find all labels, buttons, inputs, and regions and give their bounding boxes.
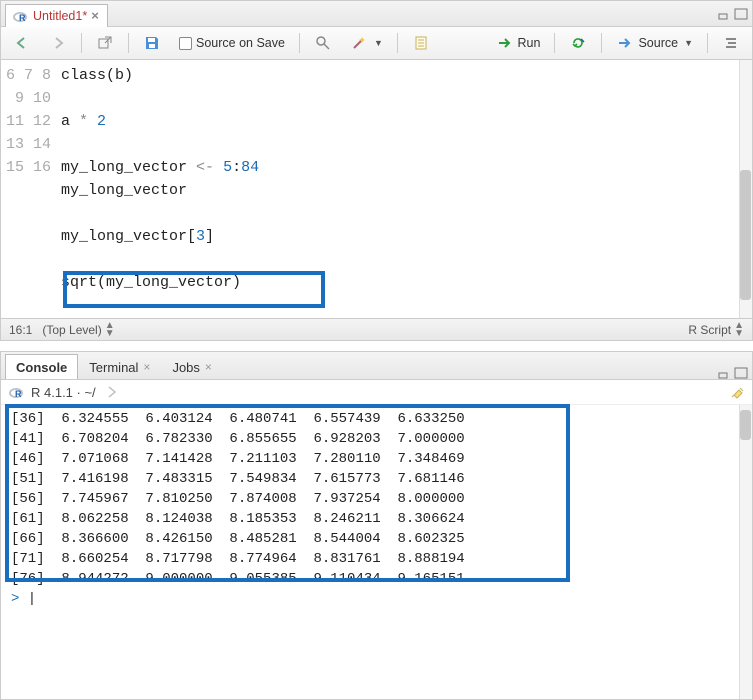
- notebook-icon: [412, 34, 430, 52]
- scope-stepper-icon: ▲▼: [105, 322, 115, 338]
- source-toolbar: Source on Save ▼ Run Source▼: [1, 27, 752, 60]
- svg-text:R: R: [19, 13, 26, 23]
- language-label: R Script: [688, 323, 731, 337]
- source-on-save-checkbox[interactable]: Source on Save: [173, 34, 291, 52]
- clear-console-icon[interactable]: [728, 383, 746, 401]
- scope-label: (Top Level): [42, 323, 101, 337]
- lang-stepper-icon: ▲▼: [734, 322, 744, 338]
- console-scrollbar[interactable]: [739, 405, 752, 699]
- source-label: Source: [638, 36, 678, 50]
- r-logo-icon: R: [7, 383, 25, 401]
- r-logo-icon: R: [11, 7, 29, 25]
- console-header: R R 4.1.1 · ~/: [1, 380, 752, 405]
- pane-min-max-icons[interactable]: [718, 8, 748, 20]
- outline-icon: [722, 34, 740, 52]
- source-status-bar: 16:1 (Top Level) ▲▼ R Script ▲▼: [1, 318, 752, 340]
- line-number-gutter: 6 7 8 9 10 11 12 13 14 15 16: [1, 60, 61, 318]
- console-pane: Console Terminal × Jobs × R R 4.1.1 · ~/…: [0, 351, 753, 700]
- popout-icon: [96, 34, 114, 52]
- run-button[interactable]: Run: [490, 32, 547, 54]
- source-tab-bar: R Untitled1* ×: [1, 1, 752, 27]
- cursor-position: 16:1: [9, 323, 32, 337]
- goto-wd-icon[interactable]: [102, 383, 120, 401]
- console-tab-bar: Console Terminal × Jobs ×: [1, 352, 752, 380]
- code-tools-button[interactable]: ▼: [344, 32, 389, 54]
- tab-terminal[interactable]: Terminal ×: [78, 354, 161, 379]
- outline-button[interactable]: [716, 32, 746, 54]
- code-area[interactable]: class(b) a * 2 my_long_vector <- 5:84 my…: [61, 60, 752, 318]
- source-button[interactable]: Source▼: [610, 32, 699, 54]
- tab-jobs-label: Jobs: [172, 360, 199, 375]
- back-button[interactable]: [7, 32, 37, 54]
- source-pane: R Untitled1* × Source on Save ▼ Run: [0, 0, 753, 341]
- source-tab-close-icon[interactable]: ×: [91, 8, 99, 23]
- save-button[interactable]: [137, 32, 167, 54]
- tab-console[interactable]: Console: [5, 354, 78, 379]
- arrow-left-icon: [13, 34, 31, 52]
- source-arrow-icon: [616, 34, 634, 52]
- tab-jobs-close-icon[interactable]: ×: [205, 360, 212, 374]
- source-on-save-label: Source on Save: [196, 36, 285, 50]
- tab-terminal-close-icon[interactable]: ×: [143, 360, 150, 374]
- run-arrow-icon: [496, 34, 514, 52]
- tab-jobs[interactable]: Jobs ×: [161, 354, 222, 379]
- source-tab-title: Untitled1*: [33, 9, 87, 23]
- scope-selector[interactable]: (Top Level) ▲▼: [42, 322, 114, 338]
- console-min-max-icons[interactable]: [718, 367, 748, 379]
- run-label: Run: [518, 36, 541, 50]
- rerun-button[interactable]: [563, 32, 593, 54]
- rerun-icon: [569, 34, 587, 52]
- code-editor[interactable]: 6 7 8 9 10 11 12 13 14 15 16 class(b) a …: [1, 60, 752, 318]
- find-button[interactable]: [308, 32, 338, 54]
- arrow-right-icon: [49, 34, 67, 52]
- forward-button[interactable]: [43, 32, 73, 54]
- compile-report-button[interactable]: [406, 32, 436, 54]
- wand-icon: [350, 34, 368, 52]
- source-tab-untitled1[interactable]: R Untitled1* ×: [5, 4, 108, 27]
- console-version-path: R 4.1.1 · ~/: [31, 385, 96, 400]
- svg-text:R: R: [15, 389, 22, 399]
- editor-scrollbar[interactable]: [739, 60, 752, 318]
- language-selector[interactable]: R Script ▲▼: [688, 322, 744, 338]
- console-output[interactable]: [36] 6.324555 6.403124 6.480741 6.557439…: [1, 405, 752, 699]
- save-icon: [143, 34, 161, 52]
- show-in-new-window-button[interactable]: [90, 32, 120, 54]
- tab-console-label: Console: [16, 360, 67, 375]
- magnifier-icon: [314, 34, 332, 52]
- tab-terminal-label: Terminal: [89, 360, 138, 375]
- checkbox-icon: [179, 37, 192, 50]
